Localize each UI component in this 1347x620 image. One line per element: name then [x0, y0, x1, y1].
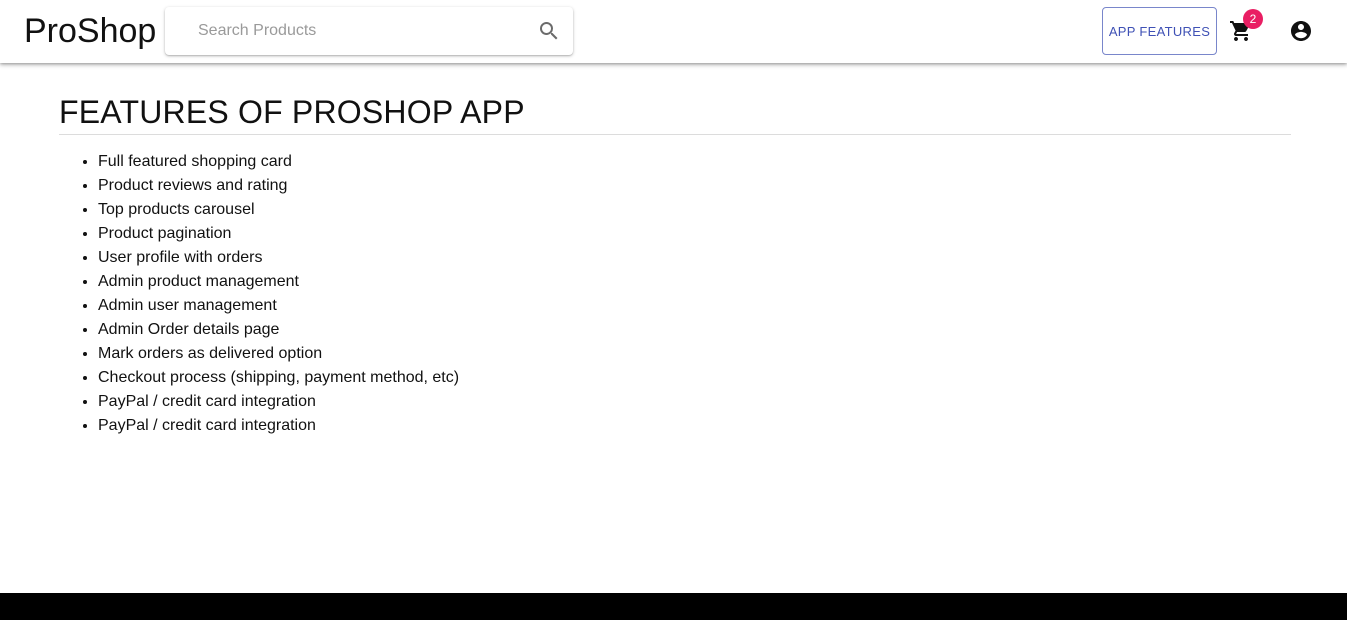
feature-item: Mark orders as delivered option [98, 342, 459, 366]
feature-item: Admin Order details page [98, 318, 459, 342]
search-input[interactable] [165, 7, 525, 55]
feature-item: Product reviews and rating [98, 174, 459, 198]
app-features-button[interactable]: APP FEATURES [1102, 7, 1217, 55]
feature-item: User profile with orders [98, 246, 459, 270]
account-circle-icon[interactable] [1289, 19, 1313, 43]
search-box [165, 7, 573, 55]
title-divider [59, 134, 1291, 135]
feature-item: Checkout process (shipping, payment meth… [98, 366, 459, 390]
page-title: FEATURES OF PROSHOP APP [59, 94, 525, 130]
app-bar: ProShop APP FEATURES 2 [0, 0, 1347, 63]
feature-item: Admin user management [98, 294, 459, 318]
features-list: Full featured shopping card Product revi… [98, 150, 459, 438]
cart-count-badge: 2 [1243, 9, 1263, 29]
feature-item: PayPal / credit card integration [98, 390, 459, 414]
footer-bar [0, 593, 1347, 620]
feature-item: Top products carousel [98, 198, 459, 222]
feature-item: Product pagination [98, 222, 459, 246]
brand-logo[interactable]: ProShop [24, 10, 156, 52]
feature-item: PayPal / credit card integration [98, 414, 459, 438]
search-icon[interactable] [537, 19, 561, 43]
feature-item: Admin product management [98, 270, 459, 294]
feature-item: Full featured shopping card [98, 150, 459, 174]
